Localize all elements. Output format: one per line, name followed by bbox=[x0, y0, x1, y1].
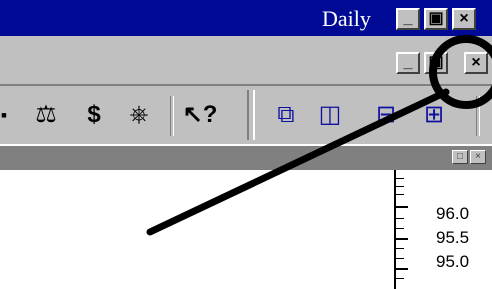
y-axis bbox=[394, 170, 396, 289]
partial-icon: ▪ bbox=[0, 105, 8, 125]
inner-restore-button[interactable]: □ bbox=[452, 150, 468, 164]
toolbar-separator bbox=[476, 96, 480, 136]
y-tick bbox=[396, 268, 408, 270]
y-tick bbox=[396, 248, 404, 249]
y-tick bbox=[396, 228, 404, 229]
help-pointer-icon[interactable]: ↖? bbox=[180, 86, 220, 144]
inner-close-button[interactable]: × bbox=[470, 150, 486, 164]
tile-horizontal-icon[interactable]: ⊟ bbox=[370, 86, 402, 144]
chart-area: 96.0 95.5 95.0 bbox=[0, 170, 492, 289]
tile-grid-icon[interactable]: ⊞ bbox=[418, 86, 450, 144]
y-tick bbox=[396, 194, 404, 195]
y-tick bbox=[396, 206, 408, 208]
toolbar-separator bbox=[170, 96, 174, 136]
child-minimize-button[interactable]: _ bbox=[396, 52, 420, 74]
restore-button[interactable]: ▣ bbox=[424, 8, 448, 30]
dollar-icon[interactable]: $ bbox=[78, 86, 110, 144]
title-bar: Daily _ ▣ × bbox=[0, 0, 492, 36]
toolbar-group-divider bbox=[247, 90, 255, 140]
y-tick-label: 95.0 bbox=[436, 252, 470, 271]
y-tick bbox=[396, 258, 404, 259]
binoculars-icon[interactable]: ⎈ bbox=[122, 86, 156, 144]
y-tick bbox=[396, 178, 404, 179]
y-tick bbox=[396, 186, 404, 187]
close-button[interactable]: × bbox=[452, 8, 476, 30]
child-restore-button[interactable]: ▣ bbox=[424, 52, 448, 74]
child-close-button[interactable]: × bbox=[464, 52, 488, 74]
y-tick bbox=[396, 218, 404, 219]
y-tick-label: 95.5 bbox=[436, 228, 470, 247]
minimize-button[interactable]: _ bbox=[396, 8, 420, 30]
scale-icon[interactable]: ⚖ bbox=[30, 86, 62, 144]
tile-vertical-icon[interactable]: ◫ bbox=[314, 86, 346, 144]
y-tick bbox=[396, 278, 404, 279]
menu-bar: _ ▣ × bbox=[0, 36, 492, 84]
window-title: Daily bbox=[322, 6, 371, 31]
y-tick bbox=[396, 238, 408, 240]
inner-window-title-bar: □ × bbox=[0, 146, 492, 170]
cascade-windows-icon[interactable]: ⧉ bbox=[270, 86, 302, 144]
toolbar: ▪ ⚖ $ ⎈ ↖? ⧉ ◫ ⊟ ⊞ bbox=[0, 86, 492, 144]
y-tick-label: 96.0 bbox=[436, 204, 470, 223]
